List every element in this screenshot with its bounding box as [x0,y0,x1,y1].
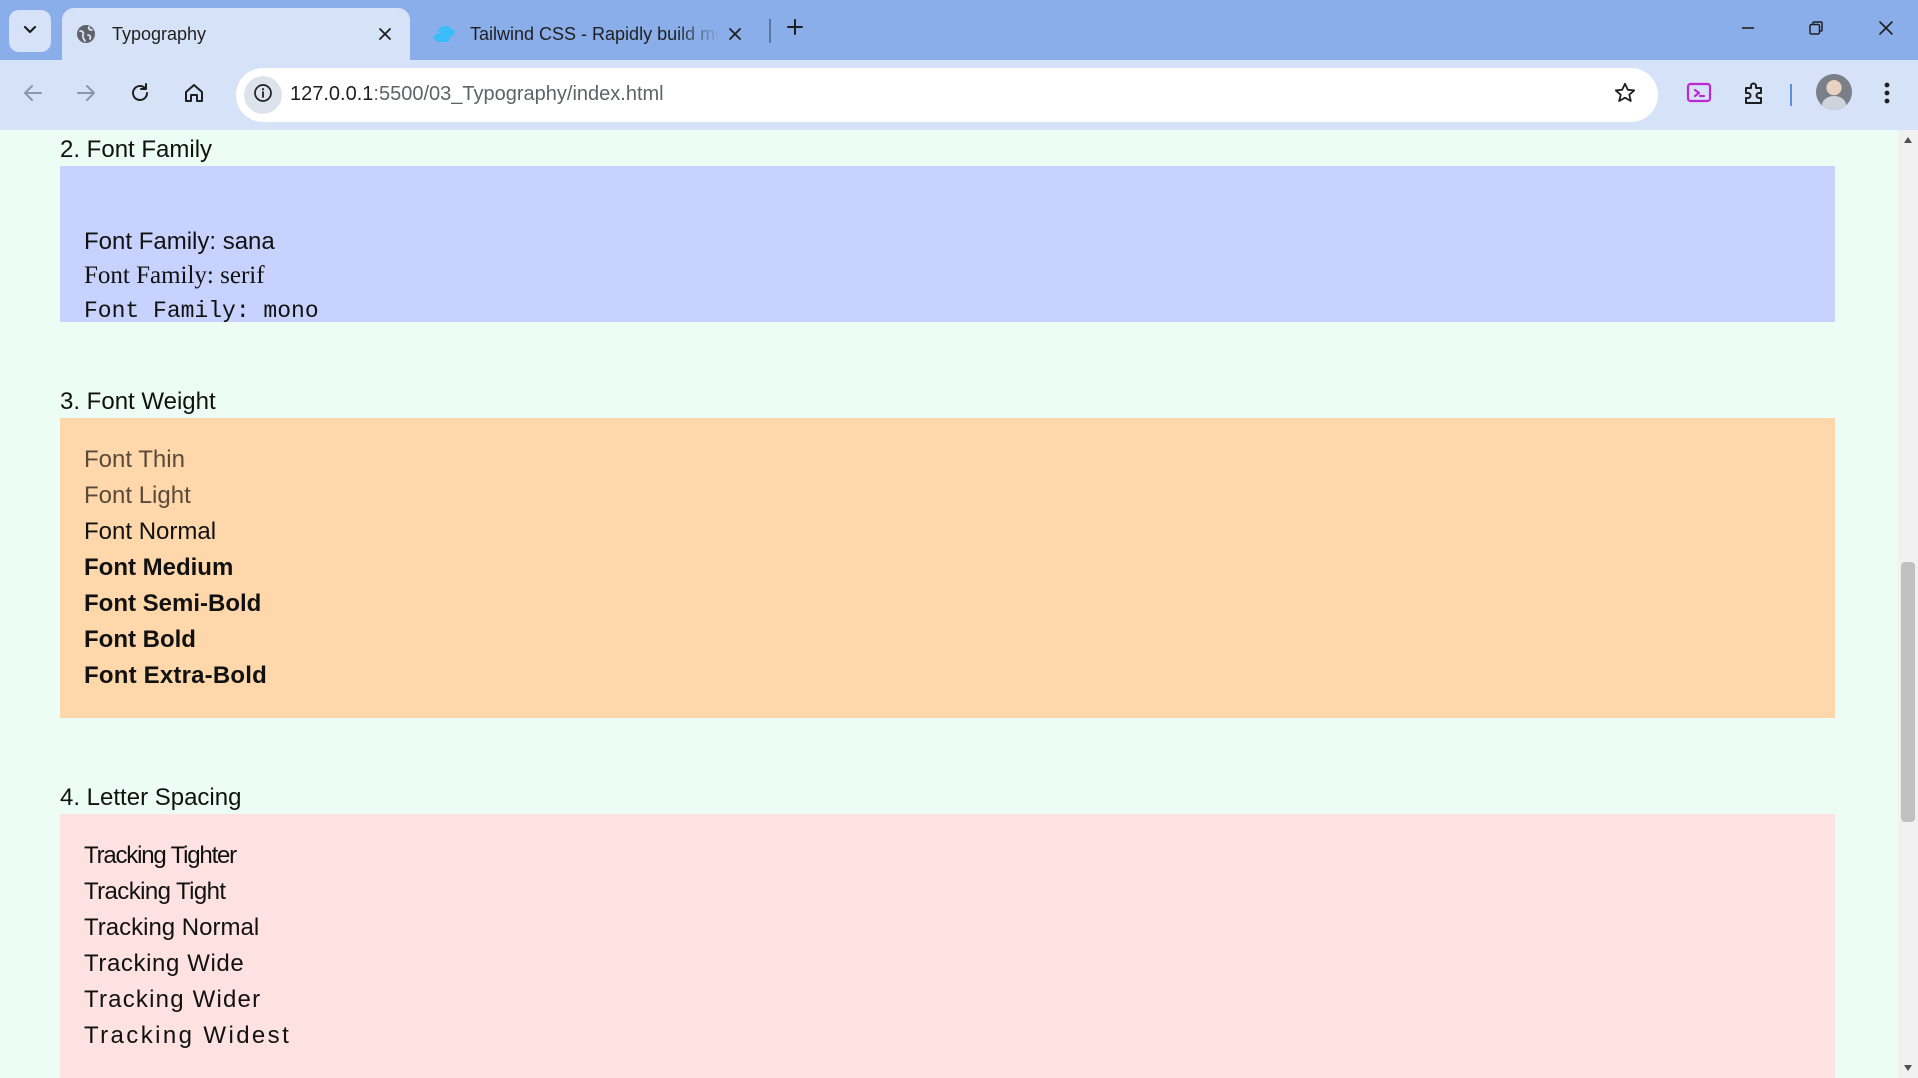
font-extrabold-text: Font Extra-Bold [84,662,267,689]
bookmark-button[interactable] [1610,80,1640,110]
profile-avatar[interactable] [1816,74,1852,110]
back-button[interactable] [12,74,54,116]
tab-search-button[interactable] [9,10,51,52]
tracking-wider-text: Tracking Wider [84,986,262,1013]
url-host: 127.0.0.1 [290,83,374,105]
arrow-right-icon [75,82,97,109]
reload-button[interactable] [119,74,161,116]
plus-icon [786,18,804,41]
url-text[interactable]: 127.0.0.1:5500/03_Typography/index.html [290,83,664,106]
section-title-font-weight: 3. Font Weight [60,388,216,415]
font-family-mono-text: Font Family: mono [84,298,319,324]
close-icon [1878,20,1894,41]
minimize-icon [1740,20,1756,41]
section-title-font-family: 2. Font Family [60,136,213,163]
tab-separator [769,19,771,43]
tracking-tight-text: Tracking Tight [84,878,226,905]
vertical-scrollbar[interactable] [1898,130,1918,1078]
forward-button[interactable] [65,74,107,116]
tracking-tighter-text: Tracking Tighter [84,842,237,869]
tracking-widest-text: Tracking Widest [84,1022,292,1049]
tab-tailwind[interactable]: Tailwind CSS - Rapidly build modern webs… [420,8,760,60]
font-family-sans-text: Font Family: sana [84,228,275,255]
tracking-wide-text: Tracking Wide [84,950,245,977]
new-tab-button[interactable] [780,14,810,44]
arrow-left-icon [22,82,44,109]
info-icon [253,83,273,108]
restore-button[interactable] [1792,10,1840,50]
close-window-button[interactable] [1862,10,1910,50]
font-semibold-text: Font Semi-Bold [84,590,262,617]
tab-title: Tailwind CSS - Rapidly build modern webs… [470,23,720,44]
triangle-down-icon [1903,1059,1913,1077]
chevron-down-icon [22,21,38,42]
font-medium-text: Font Medium [84,554,234,581]
font-thin-text: Font Thin [84,446,185,473]
triangle-up-icon [1903,131,1913,149]
reload-icon [129,82,151,109]
puzzle-icon [1742,80,1768,111]
restore-icon [1808,20,1824,41]
kebab-menu-icon [1884,81,1890,110]
site-info-button[interactable] [244,76,282,114]
tab-typography[interactable]: Typography [62,8,410,60]
tailwind-logo-icon [432,22,456,46]
address-bar[interactable]: 127.0.0.1:5500/03_Typography/index.html [236,68,1658,122]
font-normal-text: Font Normal [84,518,217,545]
font-family-serif-text: Font Family: serif [84,262,265,289]
screen-cast-extension-button[interactable] [1680,76,1718,114]
toolbar-separator [1790,84,1792,106]
tab-strip: Typography Tailwind CSS - Rapidly build … [0,0,1918,60]
close-tab-icon[interactable] [720,19,750,49]
font-family-panel: Font Family: sana Font Family: serif Fon… [60,166,1835,324]
scroll-down-button[interactable] [1898,1058,1918,1078]
section-title-letter-spacing: 4. Letter Spacing [60,784,242,811]
globe-icon [74,22,98,46]
close-tab-icon[interactable] [370,19,400,49]
font-light-text: Font Light [84,482,191,509]
scrollbar-thumb[interactable] [1901,562,1915,822]
tab-title: Typography [112,23,207,44]
cast-extension-icon [1686,80,1712,111]
font-bold-text: Font Bold [84,626,196,653]
tracking-normal-text: Tracking Normal [84,914,260,941]
page-viewport: 2. Font Family Font Family: sana Font Fa… [0,130,1898,1078]
url-path: :5500/03_Typography/index.html [373,83,664,105]
font-weight-panel: Font Thin Font Light Font Normal Font Me… [60,418,1835,718]
star-icon [1613,81,1637,110]
letter-spacing-panel: Tracking Tighter Tracking Tight Tracking… [60,814,1835,1078]
extensions-button[interactable] [1736,76,1774,114]
browser-toolbar: 127.0.0.1:5500/03_Typography/index.html [0,60,1918,130]
home-icon [183,82,205,109]
home-button[interactable] [173,74,215,116]
minimize-button[interactable] [1724,10,1772,50]
browser-menu-button[interactable] [1872,76,1902,114]
scroll-up-button[interactable] [1898,130,1918,150]
